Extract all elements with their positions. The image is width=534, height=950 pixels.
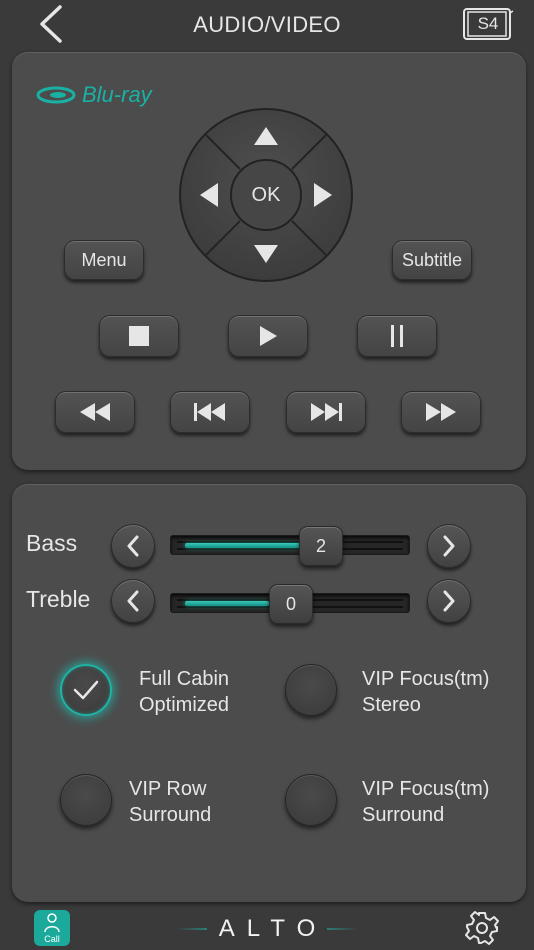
person-icon xyxy=(44,913,60,933)
mode-full-cabin-optimized-label: Full Cabin Optimized xyxy=(139,668,230,716)
mode-full-cabin-optimized[interactable] xyxy=(60,664,112,716)
dpad-right-button[interactable] xyxy=(304,165,350,225)
play-icon xyxy=(260,326,277,346)
room-label: S4 xyxy=(477,14,499,33)
rewind-icon xyxy=(80,403,110,421)
bluray-disc-icon xyxy=(36,86,76,104)
checkmark-icon xyxy=(73,680,99,700)
bass-slider-thumb[interactable]: 2 xyxy=(299,526,343,566)
bluray-remote-panel: Blu-ray OK Menu Subtitle xyxy=(12,52,526,470)
stop-icon xyxy=(129,326,149,346)
alto-brand: ALTO xyxy=(206,915,328,943)
subtitle-button[interactable]: Subtitle xyxy=(392,240,472,280)
play-button[interactable] xyxy=(228,315,308,357)
mode-vip-focus-surround-label: VIP Focus(tm) Surround xyxy=(362,778,490,826)
fast-forward-button[interactable] xyxy=(401,391,481,433)
pause-button[interactable] xyxy=(357,315,437,357)
bluray-logo: Blu-ray xyxy=(36,80,152,110)
rewind-button[interactable] xyxy=(55,391,135,433)
mode-vip-focus-stereo[interactable] xyxy=(285,664,337,716)
treble-slider[interactable]: 0 xyxy=(170,584,410,624)
dpad-up-button[interactable] xyxy=(236,111,296,157)
chevron-right-icon xyxy=(443,590,455,612)
settings-button[interactable] xyxy=(464,910,500,946)
skip-previous-button[interactable] xyxy=(170,391,250,433)
page-title: AUDIO/VIDEO xyxy=(193,12,341,37)
skip-next-icon xyxy=(311,403,342,421)
mode-vip-row-surround[interactable] xyxy=(60,774,112,826)
mode-vip-row-surround-label: VIP Row Surround xyxy=(129,778,212,826)
chevron-right-icon xyxy=(443,535,455,557)
pause-icon xyxy=(391,325,403,347)
mode-vip-focus-surround[interactable] xyxy=(285,774,337,826)
header: AUDIO/VIDEO S4 xyxy=(0,0,534,48)
room-selector-button[interactable]: S4 xyxy=(462,7,514,41)
bass-decrease-button[interactable] xyxy=(111,524,155,568)
treble-slider-thumb[interactable]: 0 xyxy=(269,584,313,624)
audio-settings-panel: Bass 2 Treble 0 Full Cabin Optimized VIP… xyxy=(12,484,526,902)
menu-button[interactable]: Menu xyxy=(64,240,144,280)
mode-vip-focus-stereo-label: VIP Focus(tm) Stereo xyxy=(362,668,490,716)
treble-slider-fill xyxy=(185,601,269,606)
footer: Call ALTO xyxy=(0,906,534,950)
treble-increase-button[interactable] xyxy=(427,579,471,623)
call-label: Call xyxy=(44,934,60,944)
bass-slider-fill xyxy=(185,543,307,548)
dpad-left-button[interactable] xyxy=(182,165,228,225)
fast-forward-icon xyxy=(426,403,456,421)
skip-next-button[interactable] xyxy=(286,391,366,433)
treble-label: Treble xyxy=(26,586,91,612)
gear-icon xyxy=(465,911,499,945)
alto-logo: ALTO xyxy=(176,912,358,946)
chevron-left-icon xyxy=(127,535,139,557)
chevron-left-icon xyxy=(127,590,139,612)
bass-label: Bass xyxy=(26,530,78,556)
dpad-down-button[interactable] xyxy=(236,233,296,279)
bass-increase-button[interactable] xyxy=(427,524,471,568)
dpad: OK xyxy=(178,107,354,283)
call-button[interactable]: Call xyxy=(34,910,70,946)
bass-slider[interactable]: 2 xyxy=(170,526,410,566)
stop-button[interactable] xyxy=(99,315,179,357)
treble-decrease-button[interactable] xyxy=(111,579,155,623)
bluray-brand: Blu-ray xyxy=(82,82,152,107)
ok-button[interactable]: OK xyxy=(231,160,301,230)
skip-previous-icon xyxy=(194,403,225,421)
